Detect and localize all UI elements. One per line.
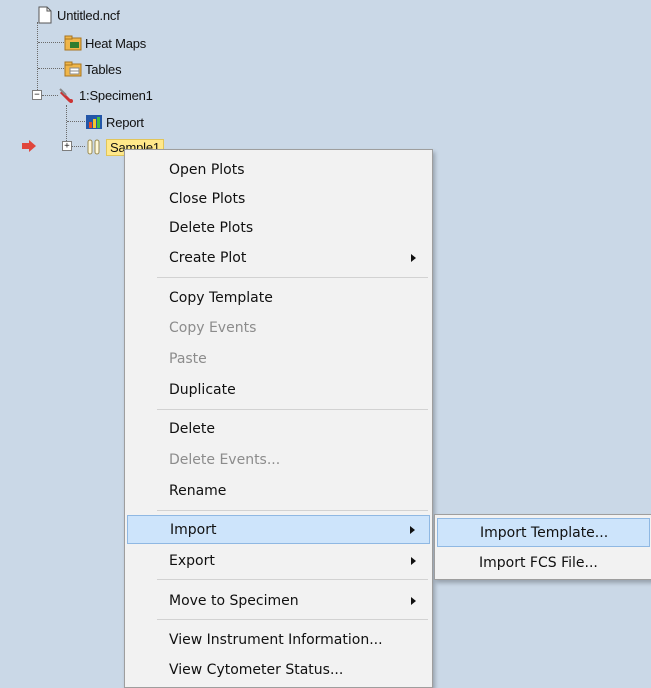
tree-item-label: Heat Maps — [85, 35, 147, 51]
submenu-arrow-icon — [410, 525, 415, 534]
menu-item-view-cytometer-status[interactable]: View Cytometer Status... — [127, 655, 430, 684]
menu-separator — [157, 277, 428, 278]
menu-item-create-plot[interactable]: Create Plot — [127, 243, 430, 272]
sample-tubes-icon — [85, 138, 103, 156]
menu-item-label: Import — [170, 521, 217, 538]
document-icon — [36, 6, 54, 24]
tree-item-tables[interactable]: Tables — [64, 58, 122, 80]
menu-item-label: Copy Template — [169, 289, 273, 306]
menu-item-label: View Instrument Information... — [169, 631, 383, 648]
tree-item-label: 1:Specimen1 — [79, 87, 153, 103]
menu-item-label: Open Plots — [169, 161, 245, 178]
menu-item-copy-template[interactable]: Copy Template — [127, 283, 430, 312]
menu-item-rename[interactable]: Rename — [127, 476, 430, 505]
tree-item-label: Report — [106, 114, 144, 130]
import-submenu: Import Template... Import FCS File... — [434, 514, 651, 580]
menu-separator — [157, 619, 428, 620]
menu-item-delete-events[interactable]: Delete Events... — [127, 445, 430, 474]
menu-item-delete[interactable]: Delete — [127, 414, 430, 443]
menu-item-view-instrument-information[interactable]: View Instrument Information... — [127, 625, 430, 654]
submenu-arrow-icon — [411, 253, 416, 262]
menu-item-import-fcs-file[interactable]: Import FCS File... — [437, 548, 650, 577]
menu-item-delete-plots[interactable]: Delete Plots — [127, 213, 430, 242]
tree-connector — [38, 42, 64, 43]
menu-item-label: Delete — [169, 420, 215, 437]
menu-item-export[interactable]: Export — [127, 546, 430, 575]
menu-item-label: Close Plots — [169, 190, 246, 207]
menu-item-duplicate[interactable]: Duplicate — [127, 375, 430, 404]
menu-item-label: View Cytometer Status... — [169, 661, 344, 678]
menu-item-move-to-specimen[interactable]: Move to Specimen — [127, 586, 430, 615]
menu-item-label: Create Plot — [169, 249, 247, 266]
menu-item-copy-events[interactable]: Copy Events — [127, 313, 430, 342]
submenu-arrow-icon — [411, 596, 416, 605]
tree-item-report[interactable]: Report — [85, 111, 144, 133]
tree-item-file[interactable]: Untitled.ncf — [36, 4, 120, 26]
menu-item-close-plots[interactable]: Close Plots — [127, 184, 430, 213]
menu-item-label: Move to Specimen — [169, 592, 299, 609]
submenu-arrow-icon — [411, 556, 416, 565]
menu-item-label: Delete Events... — [169, 451, 281, 468]
tree-connector — [38, 68, 64, 69]
context-menu: Open Plots Close Plots Delete Plots Crea… — [124, 149, 433, 688]
menu-item-label: Import FCS File... — [479, 554, 598, 571]
menu-item-import-template[interactable]: Import Template... — [437, 518, 650, 547]
menu-item-paste[interactable]: Paste — [127, 344, 430, 373]
tree-item-heat-maps[interactable]: Heat Maps — [64, 32, 146, 54]
tree-item-label: Untitled.ncf — [57, 7, 120, 23]
tree-item-label: Tables — [85, 61, 122, 77]
tree-item-specimen[interactable]: 1:Specimen1 — [58, 84, 153, 106]
tree-connector — [71, 146, 85, 147]
collapse-expander[interactable]: − — [32, 90, 42, 100]
menu-separator — [157, 579, 428, 580]
menu-item-open-plots[interactable]: Open Plots — [127, 155, 430, 184]
tree-connector — [67, 121, 85, 122]
heat-maps-folder-icon — [64, 34, 82, 52]
menu-item-label: Import Template... — [480, 524, 609, 541]
menu-item-label: Copy Events — [169, 319, 257, 336]
menu-item-label: Rename — [169, 482, 227, 499]
menu-item-label: Delete Plots — [169, 219, 254, 236]
menu-item-label: Paste — [169, 350, 207, 367]
expand-expander[interactable]: + — [62, 141, 72, 151]
tree-connector — [37, 22, 38, 96]
menu-separator — [157, 409, 428, 410]
report-chart-icon — [85, 113, 103, 131]
menu-item-import[interactable]: Import — [127, 515, 430, 544]
menu-separator — [157, 510, 428, 511]
tables-folder-icon — [64, 60, 82, 78]
menu-item-label: Duplicate — [169, 381, 236, 398]
current-tube-arrow-icon — [22, 140, 36, 152]
menu-item-label: Export — [169, 552, 215, 569]
specimen-icon — [58, 86, 76, 104]
tree-connector — [42, 95, 58, 96]
